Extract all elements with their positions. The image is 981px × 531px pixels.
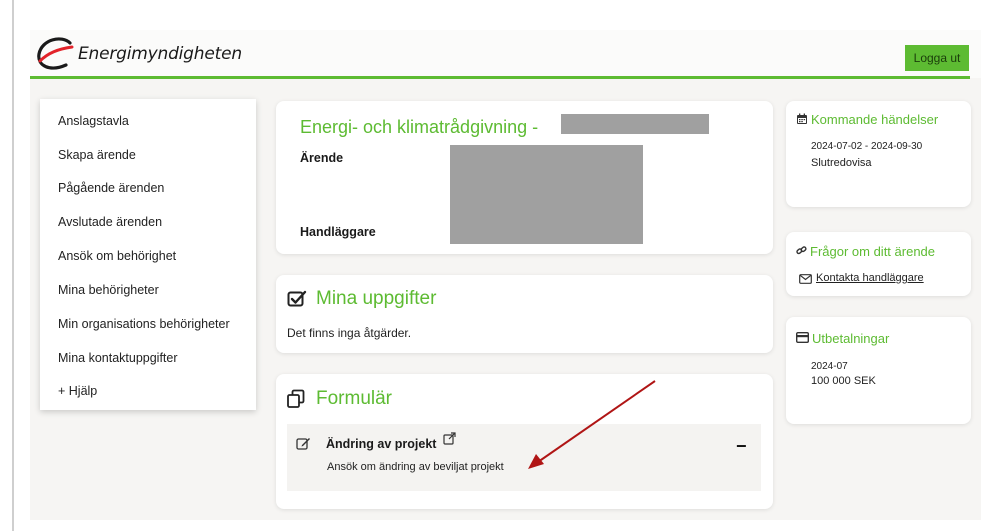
payments-title: Utbetalningar (812, 331, 890, 346)
project-title: Energi- och klimatrådgivning - (300, 117, 539, 137)
payment-period: 2024-07 (811, 361, 848, 372)
questions-card (786, 232, 971, 296)
checkbox-icon (287, 290, 307, 307)
sidebar-item-avslutade-arenden[interactable]: Avslutade ärenden (58, 215, 162, 229)
envelope-icon (799, 274, 812, 284)
sidebar-item-min-organisations-behorigheter[interactable]: Min organisations behörigheter (58, 317, 230, 331)
event-name: Slutredovisa (811, 157, 872, 169)
credit-card-icon (796, 332, 809, 343)
sidebar-item-anslagstavla[interactable]: Anslagstavla (58, 114, 129, 128)
link-icon (796, 246, 807, 255)
sidebar-item-pagaende-arenden[interactable]: Pågående ärenden (58, 181, 164, 195)
officer-label: Handläggare (300, 225, 376, 239)
forms-title: Formulär (316, 388, 393, 409)
logo-mark-icon (37, 37, 74, 70)
sidebar-item-ansok-om-behorighet[interactable]: Ansök om behörighet (58, 249, 176, 263)
redacted-case-details (450, 145, 643, 244)
redacted-project-name (561, 114, 709, 134)
sidebar-item-hjalp[interactable]: + Hjälp (58, 384, 97, 398)
copy-icon (287, 389, 305, 408)
logo-text: Energimyndigheten (78, 44, 242, 64)
events-title: Kommande händelser (811, 112, 939, 127)
sidebar-item-mina-behorigheter[interactable]: Mina behörigheter (58, 283, 159, 297)
screen: Energimyndigheten Logga ut Anslagstavla … (0, 0, 981, 531)
contact-officer-link[interactable]: Kontakta handläggare (816, 272, 924, 284)
form-description: Ansök om ändring av beviljat projekt (327, 461, 504, 473)
tasks-card (276, 275, 773, 353)
event-date-range: 2024-07-02 - 2024-09-30 (811, 141, 923, 152)
tasks-title: Mina uppgifter (316, 288, 437, 309)
calendar-icon (797, 113, 807, 124)
window-edge (12, 0, 14, 531)
logo[interactable]: Energimyndigheten (36, 37, 242, 71)
sidebar-item-mina-kontaktuppgifter[interactable]: Mina kontaktuppgifter (58, 351, 178, 365)
sidebar-item-skapa-arende[interactable]: Skapa ärende (58, 148, 136, 162)
header-divider (30, 76, 970, 79)
collapse-button[interactable]: − (736, 437, 747, 455)
questions-title: Frågor om ditt ärende (810, 244, 936, 259)
case-label: Ärende (300, 151, 344, 165)
sidebar-menu: Anslagstavla Skapa ärende Pågående ärend… (40, 99, 256, 410)
form-link-andring-av-projekt[interactable]: Ändring av projekt (326, 437, 436, 451)
annotation-arrow (528, 380, 656, 469)
external-link-icon[interactable] (443, 432, 456, 445)
edit-icon (296, 438, 310, 450)
logout-button[interactable]: Logga ut (905, 45, 969, 71)
tasks-empty-text: Det finns inga åtgärder. (287, 326, 412, 340)
payment-amount: 100 000 SEK (811, 375, 876, 387)
